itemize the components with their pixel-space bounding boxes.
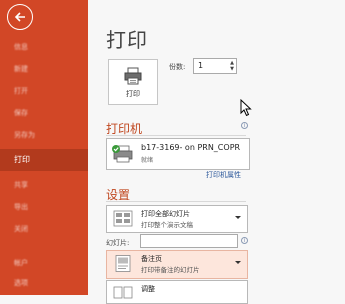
info-icon[interactable]: i [241, 122, 248, 129]
nav-item-print[interactable]: 打印 [0, 149, 88, 171]
nav-item-options[interactable]: 选项 [0, 272, 88, 294]
slides-input[interactable] [140, 234, 238, 248]
nav-item-open[interactable]: 打开 [0, 80, 88, 102]
notes-page-icon [115, 255, 131, 272]
print-button-label: 打印 [126, 90, 140, 98]
info-icon[interactable]: i [241, 237, 248, 244]
nav-item-share[interactable]: 共享 [0, 174, 88, 196]
chevron-down-icon [235, 216, 241, 219]
printer-properties-link[interactable]: 打印机属性 [206, 170, 241, 180]
collate-dropdown[interactable]: 调整 [106, 280, 248, 304]
print-panel: 打印 打印 份数: 1 ▲ ▼ 打印机 i b17-3169- on PRN_C… [88, 0, 345, 304]
copies-label: 份数: [169, 63, 186, 71]
back-arrow-icon [14, 12, 25, 22]
collate-icon [113, 286, 133, 299]
print-range-title: 打印全部幻灯片 [141, 210, 190, 218]
print-layout-dropdown[interactable]: 备注页 打印带备注的幻灯片 [106, 250, 248, 279]
print-range-dropdown[interactable]: 打印全部幻灯片 打印整个演示文稿 [106, 205, 248, 233]
mouse-pointer-icon [240, 99, 252, 117]
back-button[interactable] [7, 4, 33, 30]
print-layout-subtitle: 打印带备注的幻灯片 [141, 266, 200, 274]
print-layout-title: 备注页 [141, 255, 162, 263]
page-title: 打印 [106, 28, 148, 52]
copies-value: 1 [198, 61, 204, 70]
nav-item-save[interactable]: 保存 [0, 102, 88, 124]
print-button[interactable]: 打印 [108, 59, 158, 105]
slides-range-icon [113, 210, 133, 227]
printer-selector[interactable]: b17-3169- on PRN_COPR 就绪 [106, 138, 250, 170]
nav-item-new[interactable]: 新建 [0, 58, 88, 80]
slides-label: 幻灯片: [106, 239, 130, 247]
nav-item-save-as[interactable]: 另存为 [0, 124, 88, 146]
printer-status-icon [112, 145, 133, 163]
collate-title: 调整 [141, 285, 155, 293]
printer-name: b17-3169- on PRN_COPR [141, 143, 241, 152]
divider [106, 135, 246, 136]
spin-down-icon[interactable]: ▼ [230, 67, 234, 72]
nav-item-close[interactable]: 关闭 [0, 218, 88, 240]
divider [106, 201, 246, 202]
nav-item-account[interactable]: 帐户 [0, 252, 88, 274]
chevron-down-icon [235, 261, 241, 264]
print-range-subtitle: 打印整个演示文稿 [141, 221, 193, 229]
backstage-nav: 信息 新建 打开 保存 另存为 打印 共享 导出 关闭 帐户 选项 [0, 0, 88, 295]
printer-status: 就绪 [141, 157, 154, 164]
nav-item-info[interactable]: 信息 [0, 36, 88, 58]
nav-item-export[interactable]: 导出 [0, 196, 88, 218]
printer-icon [124, 67, 142, 85]
copies-spinner[interactable]: 1 ▲ ▼ [193, 58, 237, 74]
